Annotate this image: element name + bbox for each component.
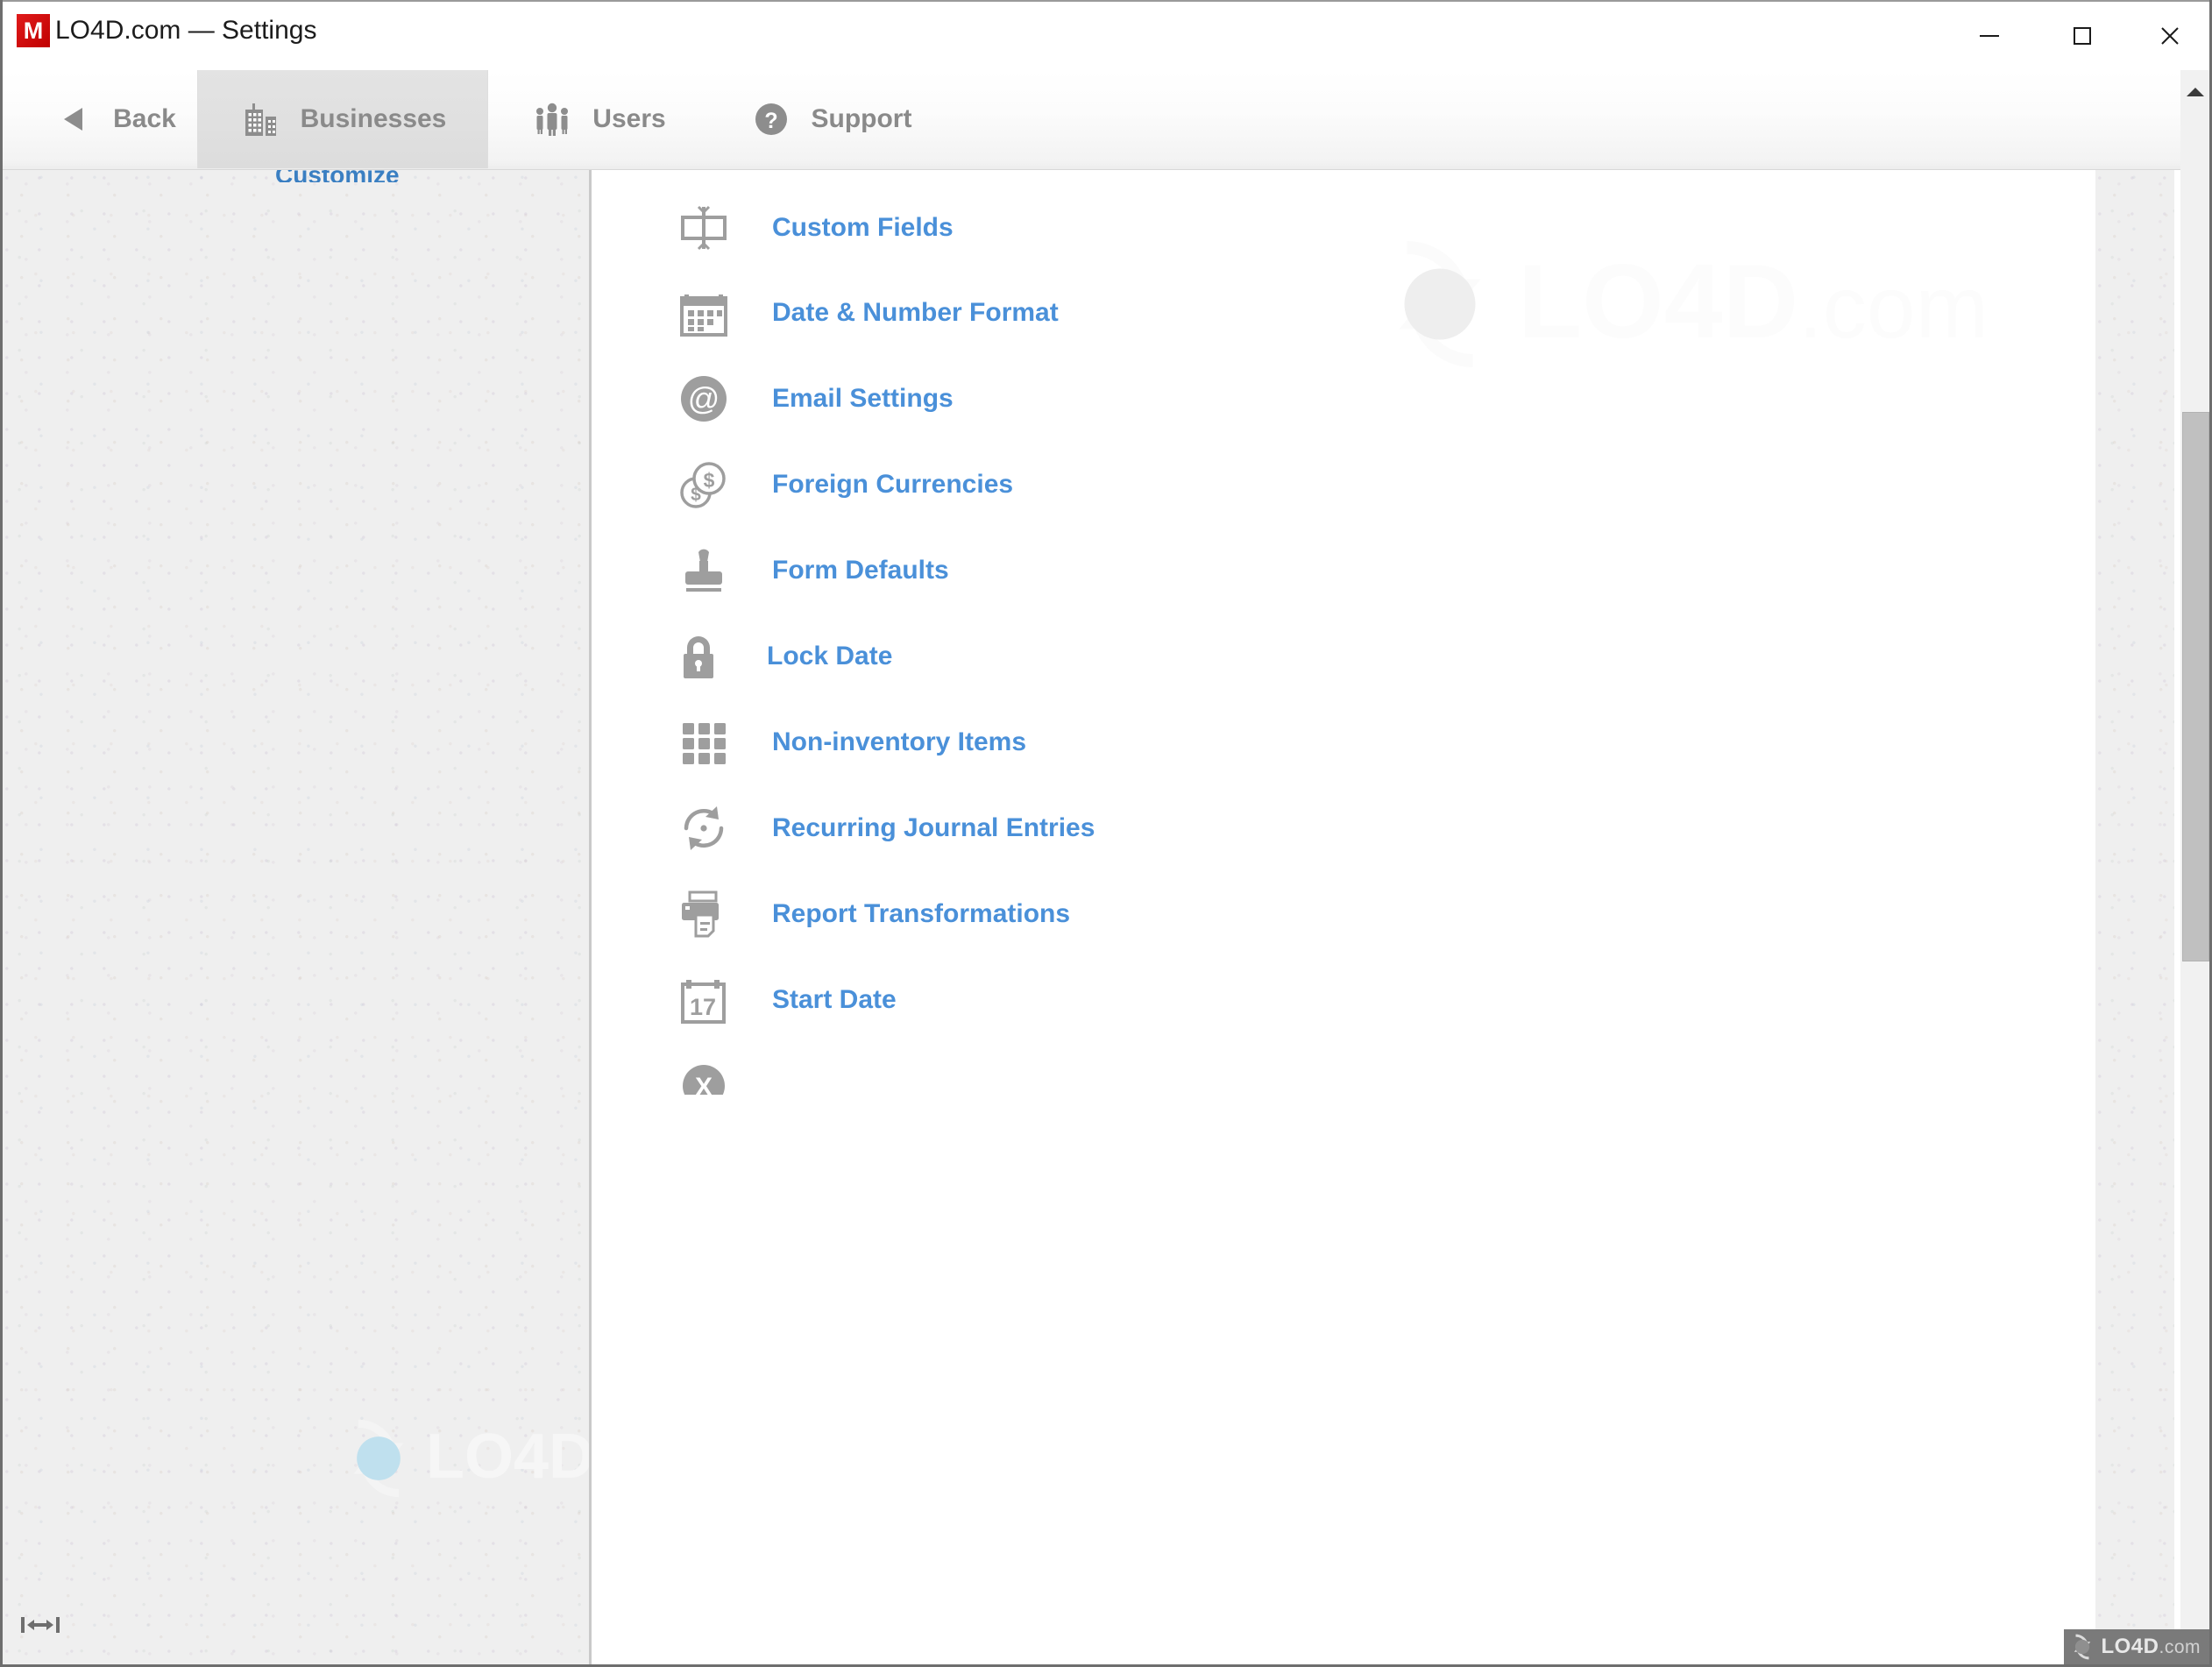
application-window: M LO4D.com — Settings Back Businesses Us… — [0, 0, 2212, 1667]
list-item-foreign-currencies-label: Foreign Currencies — [772, 470, 1014, 499]
svg-text:17: 17 — [690, 994, 716, 1020]
list-item-lock-date[interactable]: Lock Date — [592, 614, 2095, 699]
list-item-lock-date-label: Lock Date — [767, 642, 893, 670]
toolbar: Back Businesses Users ? Support — [3, 70, 2209, 170]
toolbar-item-support-label: Support — [811, 104, 912, 133]
scrollbar-thumb[interactable] — [2182, 412, 2209, 961]
list-item-email-settings[interactable]: @ Email Settings — [592, 357, 2095, 441]
stamp-icon — [658, 545, 749, 596]
watermark-badge-suffix: .com — [2159, 1637, 2201, 1657]
list-item-recurring-journal-entries-label: Recurring Journal Entries — [772, 813, 1095, 842]
list-item-partial-bottom[interactable]: X — [592, 1044, 2095, 1095]
watermark-badge: LO4D.com — [2064, 1629, 2209, 1664]
calendar-17-icon: 17 — [658, 975, 749, 1025]
close-button[interactable] — [2136, 2, 2204, 70]
back-triangle-icon — [52, 98, 94, 140]
list-item-email-settings-label: Email Settings — [772, 384, 954, 413]
list-item-non-inventory-items[interactable]: Non-inventory Items — [592, 700, 2095, 784]
list-item-custom-fields[interactable]: Custom Fields — [592, 186, 2095, 270]
list-item-date-number-format[interactable]: Date & Number Format — [592, 271, 2095, 355]
custom-fields-icon — [658, 202, 749, 253]
list-item-report-transformations-label: Report Transformations — [772, 899, 1071, 928]
coins-dollar-icon: $ $ — [658, 459, 749, 510]
toolbar-item-support[interactable]: ? Support — [721, 70, 940, 168]
right-gutter — [2095, 170, 2174, 1664]
content-area: Customize LO4D.com — [3, 170, 2209, 1664]
sidebar-panel: Customize LO4D.com — [3, 170, 712, 1664]
svg-text:@: @ — [688, 380, 720, 416]
toolbar-item-back[interactable]: Back — [35, 70, 193, 168]
list-item-foreign-currencies[interactable]: $ $ Foreign Currencies — [592, 443, 2095, 527]
list-item-start-date-label: Start Date — [772, 985, 897, 1014]
partial-icon-top — [658, 170, 749, 180]
watermark-badge-brand: LO4D — [2101, 1635, 2159, 1658]
grid-squares-icon — [658, 717, 749, 768]
svg-text:$: $ — [704, 469, 715, 492]
list-item-non-inventory-items-label: Non-inventory Items — [772, 727, 1027, 756]
list-item-start-date[interactable]: 17 Start Date — [592, 958, 2095, 1042]
scroll-up-arrow-icon[interactable] — [2180, 77, 2209, 106]
toolbar-item-businesses[interactable]: Businesses — [197, 70, 488, 168]
svg-text:?: ? — [764, 109, 777, 133]
title-bar: M LO4D.com — Settings — [3, 2, 2209, 70]
people-icon — [531, 98, 573, 140]
vertical-scrollbar[interactable] — [2180, 70, 2209, 1664]
list-item-form-defaults-label: Form Defaults — [772, 556, 949, 585]
printer-document-icon — [658, 889, 749, 940]
sidebar-item-customize[interactable]: Customize — [275, 170, 400, 182]
toolbar-item-back-label: Back — [113, 104, 176, 133]
list-item-date-number-format-label: Date & Number Format — [772, 298, 1059, 327]
list-item-recurring-journal-entries[interactable]: Recurring Journal Entries — [592, 786, 2095, 870]
lo4d-logo-icon — [2074, 1634, 2091, 1660]
app-logo-icon: M — [17, 14, 50, 47]
at-circle-icon: @ — [658, 373, 749, 424]
maximize-button[interactable] — [2048, 2, 2116, 70]
window-title: LO4D.com — Settings — [55, 16, 317, 45]
toolbar-item-businesses-label: Businesses — [300, 104, 447, 133]
refresh-cycle-icon — [658, 803, 749, 854]
buildings-icon — [239, 98, 281, 140]
list-item-custom-fields-label: Custom Fields — [772, 213, 954, 242]
calendar-grid-icon — [658, 287, 749, 338]
horizontal-resize-icon[interactable] — [20, 1612, 60, 1638]
watermark-brand: LO4D — [426, 1422, 595, 1492]
lo4d-logo-icon — [353, 1419, 404, 1498]
minimize-button[interactable] — [1955, 2, 2024, 70]
list-item-form-defaults[interactable]: Form Defaults — [592, 528, 2095, 613]
list-item-report-transformations[interactable]: Report Transformations — [592, 872, 2095, 956]
svg-text:X: X — [695, 1073, 713, 1095]
partial-icon-bottom: X — [658, 1060, 749, 1095]
toolbar-item-users[interactable]: Users — [507, 70, 691, 168]
settings-list-panel: LO4D.com Custom Fields Date & Number For… — [592, 170, 2095, 1664]
padlock-icon — [653, 631, 744, 682]
toolbar-item-users-label: Users — [592, 104, 666, 133]
question-circle-icon: ? — [750, 98, 792, 140]
